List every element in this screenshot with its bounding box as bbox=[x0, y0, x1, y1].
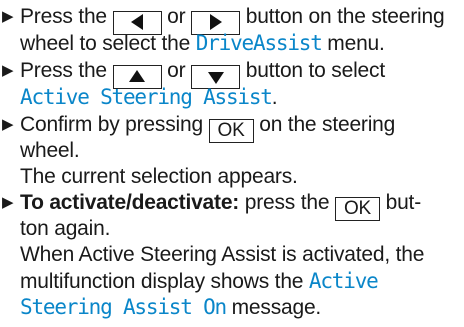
ok-button-icon: OK bbox=[208, 119, 254, 143]
step-marker-icon: ▶ bbox=[2, 116, 14, 133]
text: button to select bbox=[240, 59, 385, 82]
text: menu. bbox=[321, 32, 385, 55]
text: press the bbox=[239, 191, 335, 214]
text: on the steering bbox=[253, 113, 396, 136]
step-3-line-2: wheel. bbox=[20, 139, 80, 162]
display-menu-item: Active Steering Assist bbox=[20, 85, 273, 109]
instruction-page: ▶ Press the or button on the steering wh… bbox=[0, 0, 464, 327]
text: but- bbox=[379, 191, 422, 214]
text: wheel to select the bbox=[20, 32, 196, 55]
ok-button-icon: OK bbox=[334, 197, 380, 221]
text: button on the steering bbox=[240, 5, 445, 28]
text: Press the bbox=[20, 5, 113, 28]
step-marker-icon: ▶ bbox=[2, 8, 14, 25]
step-4-line-3: When Active Steering Assist is activated… bbox=[20, 243, 425, 266]
text: . bbox=[271, 86, 278, 109]
text: multifunction display shows the bbox=[20, 270, 309, 293]
step-marker-icon: ▶ bbox=[2, 194, 14, 211]
display-message: Steering Assist On bbox=[20, 295, 227, 319]
step-4-line-5: Steering Assist On message. bbox=[20, 294, 321, 321]
step-2-line-2: Active Steering Assist. bbox=[20, 84, 278, 111]
text: message. bbox=[225, 296, 322, 319]
step-1-line-2: wheel to select the DriveAssist menu. bbox=[20, 30, 385, 57]
step-marker-icon: ▶ bbox=[2, 62, 14, 79]
display-message: Active bbox=[308, 269, 379, 293]
text: Press the bbox=[20, 59, 113, 82]
step-heading: To activate/deactivate: bbox=[20, 191, 240, 214]
step-4-line-4: multifunction display shows the Active bbox=[20, 268, 379, 295]
text: Confirm by pressing bbox=[20, 113, 209, 136]
display-menu-name: DriveAssist bbox=[195, 31, 323, 55]
text: or bbox=[161, 5, 192, 28]
step-4-line-2: ton again. bbox=[20, 217, 111, 240]
text: or bbox=[161, 59, 192, 82]
step-3-result: The current selection appears. bbox=[20, 165, 298, 188]
